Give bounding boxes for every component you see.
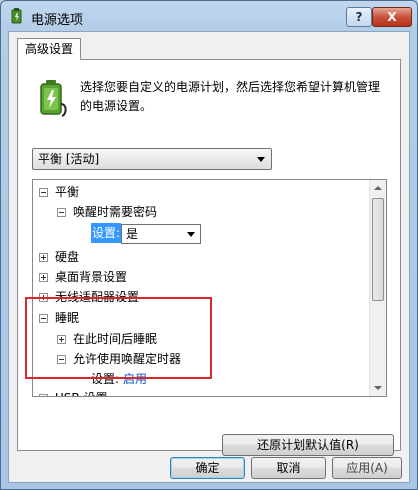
cancel-button[interactable]: 取消: [251, 457, 326, 479]
dialog-body: 高级设置 选择您要自定义的电源计划，然后选择您希望计算机管理的电源设置。 平衡 …: [8, 31, 410, 483]
tree-item-label: 唤醒时需要密码: [73, 205, 158, 219]
apply-button[interactable]: 应用(A): [332, 457, 402, 479]
advanced-settings-panel: 选择您要自定义的电源计划，然后选择您希望计算机管理的电源设置。 平衡 [活动] …: [17, 59, 401, 456]
close-button[interactable]: X: [372, 7, 412, 27]
power-plan-value: 平衡 [活动]: [38, 152, 100, 166]
intro-text: 选择您要自定义的电源计划，然后选择您希望计算机管理的电源设置。: [80, 80, 381, 113]
scroll-up-arrow-icon[interactable]: [370, 180, 386, 197]
tree-item-label: 硬盘: [55, 250, 80, 264]
battery-plug-icon: [40, 80, 67, 117]
power-options-icon: [11, 8, 22, 24]
tree-scrollbar[interactable]: [369, 180, 386, 396]
power-plan-dropdown[interactable]: 平衡 [活动]: [32, 148, 272, 170]
window-title: 电源选项: [31, 13, 84, 28]
tree-item-label: 桌面背景设置: [55, 270, 128, 284]
expand-icon[interactable]: [39, 394, 48, 396]
tree-setting-wake-password: 设置: 是: [91, 223, 211, 244]
tree-item-label: 平衡: [55, 185, 80, 199]
tab-advanced-settings[interactable]: 高级设置: [17, 38, 81, 60]
restore-defaults-button[interactable]: 还原计划默认值(R): [222, 434, 394, 456]
wake-password-dropdown[interactable]: 是: [121, 224, 201, 244]
tree-item-label: USB 设置: [55, 388, 107, 396]
expand-icon[interactable]: [39, 273, 48, 282]
scroll-down-arrow-icon[interactable]: [370, 379, 386, 396]
annotation-highlight-box: [25, 297, 212, 379]
wake-password-value: 是: [126, 227, 139, 241]
chevron-down-icon: [187, 232, 195, 237]
chevron-down-icon: [257, 157, 265, 162]
collapse-icon[interactable]: [39, 188, 48, 197]
scrollbar-thumb[interactable]: [372, 198, 384, 301]
ok-button[interactable]: 确定: [170, 457, 245, 479]
expand-icon[interactable]: [39, 253, 48, 262]
title-bar[interactable]: 电源选项 ? X: [1, 1, 417, 31]
collapse-icon[interactable]: [57, 208, 66, 217]
power-options-dialog: 电源选项 ? X 高级设置 选择您要自定义的电源计划，然后选择您希望计算机管理的…: [0, 0, 418, 490]
help-button[interactable]: ?: [346, 7, 372, 27]
setting-label: 设置:: [91, 223, 122, 243]
